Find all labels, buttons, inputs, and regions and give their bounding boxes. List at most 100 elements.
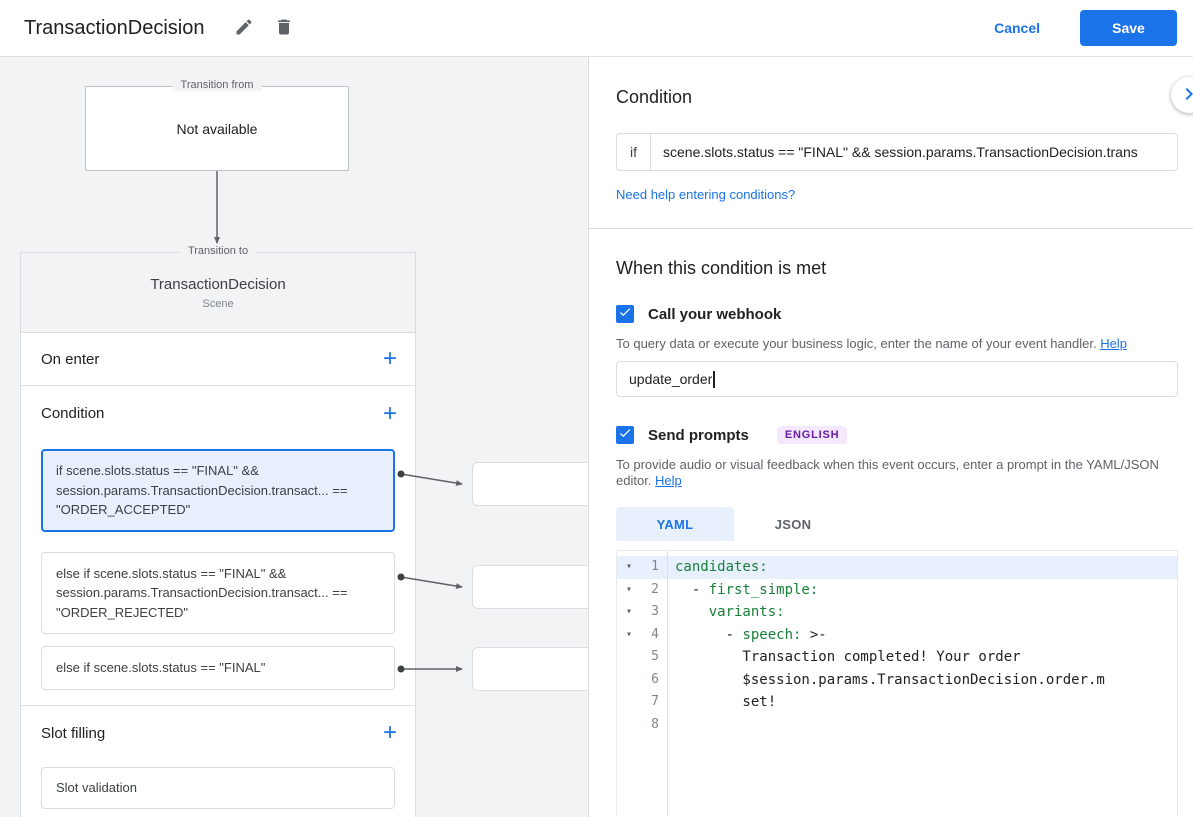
section-on-enter: On enter + — [21, 333, 415, 386]
prompts-description: To provide audio or visual feedback when… — [616, 457, 1178, 489]
fold-arrow-icon[interactable]: ▾ — [617, 579, 641, 602]
on-enter-label: On enter — [41, 351, 99, 368]
code-line-3: ▾ 3 variants: — [617, 601, 1177, 624]
cancel-button[interactable]: Cancel — [994, 20, 1040, 36]
gutter-separator — [667, 551, 668, 817]
condition-expression-input[interactable]: scene.slots.status == "FINAL" && session… — [651, 134, 1177, 170]
top-bar: TransactionDecision Cancel Save — [0, 0, 1193, 57]
line-number: 4 — [641, 624, 667, 647]
panel-divider — [589, 228, 1193, 229]
conditions-help-link[interactable]: Need help entering conditions? — [616, 187, 795, 202]
condition-card-1[interactable]: if scene.slots.status == "FINAL" && sess… — [41, 449, 395, 532]
code-segment: $session.params.TransactionDecision.orde… — [675, 672, 1105, 688]
tab-yaml[interactable]: YAML — [616, 507, 734, 541]
code-segment: Transaction completed! Your order — [675, 649, 1021, 665]
transition-from-label: Transition from — [173, 79, 262, 91]
fold-arrow-icon[interactable]: ▾ — [617, 601, 641, 624]
save-button[interactable]: Save — [1080, 10, 1177, 46]
code-text: candidates: — [667, 556, 768, 579]
code-line-5: 5 Transaction completed! Your order — [617, 646, 1177, 669]
add-condition-button[interactable]: + — [383, 402, 397, 426]
slot-validation-card[interactable]: Slot validation — [41, 767, 395, 809]
scene-type-label: Scene — [202, 298, 233, 310]
send-prompts-checkbox[interactable] — [616, 426, 634, 444]
yaml-code-editor[interactable]: ▾ 1 candidates: ▾ 2 - first_simple: ▾ 3 … — [616, 550, 1178, 817]
pencil-icon — [234, 17, 254, 40]
add-slot-button[interactable]: + — [383, 721, 397, 745]
fold-spacer — [617, 669, 641, 692]
code-segment: candidates: — [675, 559, 768, 575]
delete-button[interactable] — [266, 10, 302, 46]
webhook-handler-value: update_order — [629, 371, 712, 387]
line-number: 3 — [641, 601, 667, 624]
webhook-handler-input[interactable]: update_order — [616, 361, 1178, 397]
code-segment: set! — [675, 694, 776, 710]
page: TransactionDecision Cancel Save Transiti… — [0, 0, 1193, 817]
code-segment — [675, 604, 709, 620]
check-icon — [618, 426, 632, 445]
webhook-checkbox[interactable] — [616, 305, 634, 323]
transition-from-node: Transition from Not available — [85, 86, 349, 171]
condition-expression-row: if scene.slots.status == "FINAL" && sess… — [616, 133, 1178, 171]
text-cursor — [713, 371, 715, 388]
scene-header[interactable]: TransactionDecision Scene — [21, 253, 415, 333]
code-segment: first_simple: — [709, 582, 819, 598]
line-number: 7 — [641, 691, 667, 714]
code-segment: >- — [801, 627, 826, 643]
webhook-label: Call your webhook — [648, 306, 781, 323]
language-badge: ENGLISH — [777, 426, 848, 444]
code-line-6: 6 $session.params.TransactionDecision.or… — [617, 669, 1177, 692]
code-line-1: ▾ 1 candidates: — [617, 556, 1177, 579]
code-text: - speech: >- — [667, 624, 827, 647]
line-number: 2 — [641, 579, 667, 602]
slot-filling-label: Slot filling — [41, 725, 105, 742]
tab-json[interactable]: JSON — [734, 507, 852, 541]
code-segment: - — [675, 627, 742, 643]
condition-detail-panel: Condition if scene.slots.status == "FINA… — [588, 57, 1193, 817]
scene-canvas: Transition from Not available Transition… — [0, 57, 588, 817]
webhook-description: To query data or execute your business l… — [616, 336, 1178, 352]
scene-name: TransactionDecision — [150, 276, 285, 293]
line-number: 5 — [641, 646, 667, 669]
code-segment: - — [675, 582, 709, 598]
code-text: $session.params.TransactionDecision.orde… — [667, 669, 1105, 692]
code-line-4: ▾ 4 - speech: >- — [617, 624, 1177, 647]
code-segment: speech: — [742, 627, 801, 643]
prompts-description-text: To provide audio or visual feedback when… — [616, 457, 1159, 488]
fold-spacer — [617, 646, 641, 669]
code-text: variants: — [667, 601, 785, 624]
fold-arrow-icon[interactable]: ▾ — [617, 624, 641, 647]
transition-to-label: Transition to — [180, 245, 256, 257]
condition-met-heading: When this condition is met — [616, 258, 1178, 279]
fold-arrow-icon[interactable]: ▾ — [617, 556, 641, 579]
add-on-enter-button[interactable]: + — [383, 347, 397, 371]
code-text: Transaction completed! Your order — [667, 646, 1021, 669]
condition-section-label: Condition — [41, 405, 104, 422]
code-line-8: 8 — [617, 714, 1177, 737]
send-prompts-label: Send prompts — [648, 427, 749, 444]
if-label: if — [617, 134, 651, 170]
code-text: set! — [667, 691, 776, 714]
line-number: 6 — [641, 669, 667, 692]
check-icon — [618, 305, 632, 324]
section-slot-filling: Slot filling + — [21, 706, 415, 761]
line-number: 1 — [641, 556, 667, 579]
condition-card-2[interactable]: else if scene.slots.status == "FINAL" &&… — [41, 552, 395, 635]
transition-target-node-2[interactable] — [472, 565, 588, 609]
prompts-help-link[interactable]: Help — [655, 473, 682, 488]
transition-from-value: Not available — [177, 121, 258, 137]
fold-spacer — [617, 691, 641, 714]
webhook-help-link[interactable]: Help — [1100, 336, 1127, 351]
page-title: TransactionDecision — [24, 17, 204, 40]
condition-card-3[interactable]: else if scene.slots.status == "FINAL" — [41, 646, 395, 690]
panel-title: Condition — [616, 87, 1178, 108]
transition-target-node-3[interactable] — [472, 647, 588, 691]
transition-target-node-1[interactable] — [472, 462, 588, 506]
scene-node: Transition to TransactionDecision Scene … — [20, 252, 416, 817]
edit-button[interactable] — [226, 10, 262, 46]
code-text: - first_simple: — [667, 579, 818, 602]
editor-tabs: YAML JSON — [616, 507, 1178, 541]
code-line-2: ▾ 2 - first_simple: — [617, 579, 1177, 602]
code-segment: variants: — [709, 604, 785, 620]
code-text — [667, 714, 675, 737]
